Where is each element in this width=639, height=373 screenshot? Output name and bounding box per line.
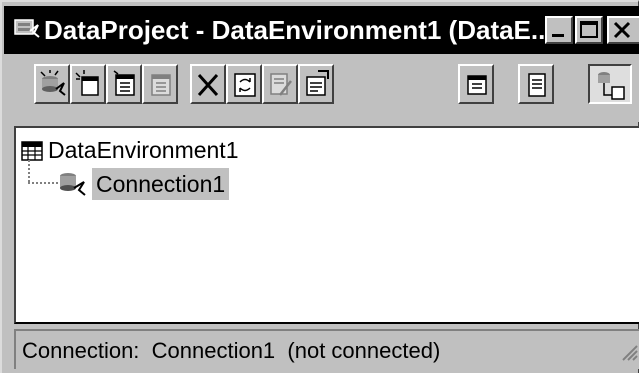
- tree-node-label: DataEnvironment1: [48, 137, 239, 163]
- design-button[interactable]: [262, 64, 298, 104]
- tree-node-root[interactable]: DataEnvironment1: [18, 134, 318, 166]
- data-environment-window: DataProject - DataEnvironment1 (DataE...: [0, 0, 639, 373]
- add-command-icon: [75, 70, 99, 96]
- options-button[interactable]: [518, 64, 554, 104]
- connection-icon: [58, 170, 88, 203]
- refresh-icon: [234, 73, 256, 97]
- minimize-icon: [552, 34, 564, 37]
- data-environment-icon: [20, 138, 44, 167]
- sort-by-connection-button[interactable]: [588, 64, 632, 104]
- delete-button[interactable]: [190, 64, 226, 104]
- tree-connector: [28, 182, 58, 184]
- options-icon: [528, 73, 546, 97]
- add-command-button[interactable]: [70, 64, 106, 104]
- tree-node-label: Connection1: [92, 168, 230, 200]
- tree-node-connection[interactable]: Connection1: [58, 168, 318, 200]
- add-child-command-icon: [113, 70, 135, 96]
- properties-icon: [306, 70, 329, 96]
- design-icon: [270, 73, 292, 96]
- add-grouping-icon: [151, 74, 171, 96]
- status-text: Connection: Connection1 (not connected): [22, 338, 441, 363]
- tree-view[interactable]: DataEnvironment1 Connection1: [14, 126, 639, 324]
- window-title: DataProject - DataEnvironment1 (DataE...: [44, 15, 544, 45]
- title-bar[interactable]: DataProject - DataEnvironment1 (DataE...: [4, 6, 639, 54]
- maximize-icon: [580, 21, 598, 38]
- data-environment-app-icon[interactable]: [14, 17, 40, 41]
- tree-connector: [28, 160, 30, 182]
- add-connection-icon: [40, 70, 66, 96]
- close-button[interactable]: [607, 16, 639, 44]
- close-icon: [613, 21, 631, 39]
- status-bar: Connection: Connection1 (not connected): [14, 329, 639, 369]
- properties-button[interactable]: [298, 64, 334, 104]
- size-grip-icon[interactable]: [619, 342, 639, 367]
- sort-by-connection-icon: [598, 72, 625, 100]
- add-grouping-button[interactable]: [142, 64, 178, 104]
- add-connection-button[interactable]: [34, 64, 70, 104]
- add-child-command-button[interactable]: [106, 64, 142, 104]
- view-code-icon: [467, 75, 487, 95]
- maximize-button[interactable]: [575, 16, 603, 44]
- toolbar: [4, 54, 639, 122]
- delete-x-icon: [197, 73, 219, 97]
- minimize-button[interactable]: [545, 16, 573, 44]
- view-code-button[interactable]: [458, 64, 494, 104]
- refresh-button[interactable]: [226, 64, 262, 104]
